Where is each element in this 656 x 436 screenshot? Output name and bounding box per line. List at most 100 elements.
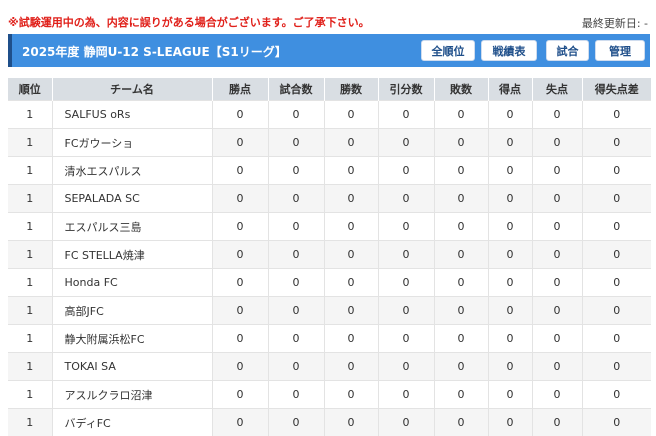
cell-points: 0 (212, 101, 268, 129)
cell-goal-diff: 0 (582, 353, 651, 381)
all-rankings-button[interactable]: 全順位 (421, 40, 475, 61)
cell-team[interactable]: アスルクラロ沼津 (52, 381, 212, 409)
cell-goals-against: 0 (532, 381, 582, 409)
cell-team[interactable]: エスパルス三島 (52, 213, 212, 241)
cell-rank: 1 (8, 381, 52, 409)
cell-draws: 0 (378, 241, 434, 269)
col-header-losses: 敗数 (434, 78, 488, 101)
cell-goals-against: 0 (532, 269, 582, 297)
cell-goals-against: 0 (532, 185, 582, 213)
standings-table: 順位 チーム名 勝点 試合数 勝数 引分数 敗数 得点 失点 得失点差 1SAL… (8, 78, 651, 436)
results-table-button[interactable]: 戦績表 (481, 40, 537, 61)
cell-played: 0 (268, 381, 324, 409)
cell-points: 0 (212, 381, 268, 409)
col-header-rank: 順位 (8, 78, 52, 101)
cell-team[interactable]: SALFUS oRs (52, 101, 212, 129)
cell-rank: 1 (8, 269, 52, 297)
cell-goals-against: 0 (532, 297, 582, 325)
cell-goal-diff: 0 (582, 325, 651, 353)
cell-losses: 0 (434, 101, 488, 129)
cell-played: 0 (268, 297, 324, 325)
cell-wins: 0 (324, 325, 378, 353)
table-row: 1エスパルス三島00000000 (8, 213, 651, 241)
col-header-team: チーム名 (52, 78, 212, 101)
cell-team[interactable]: 静大附属浜松FC (52, 325, 212, 353)
col-header-goals-for: 得点 (488, 78, 532, 101)
cell-team[interactable]: 高部JFC (52, 297, 212, 325)
cell-draws: 0 (378, 269, 434, 297)
cell-points: 0 (212, 297, 268, 325)
table-row: 1SALFUS oRs00000000 (8, 101, 651, 129)
cell-losses: 0 (434, 241, 488, 269)
cell-team[interactable]: Honda FC (52, 269, 212, 297)
cell-played: 0 (268, 213, 324, 241)
col-header-wins: 勝数 (324, 78, 378, 101)
col-header-played: 試合数 (268, 78, 324, 101)
table-row: 1Honda FC00000000 (8, 269, 651, 297)
matches-button[interactable]: 試合 (546, 40, 589, 61)
cell-played: 0 (268, 325, 324, 353)
cell-points: 0 (212, 325, 268, 353)
cell-goals-against: 0 (532, 213, 582, 241)
cell-played: 0 (268, 269, 324, 297)
cell-played: 0 (268, 353, 324, 381)
table-row: 1FCガウーショ00000000 (8, 129, 651, 157)
cell-goals-for: 0 (488, 325, 532, 353)
last-updated: 最終更新日: - (582, 15, 648, 31)
cell-draws: 0 (378, 213, 434, 241)
cell-goals-for: 0 (488, 129, 532, 157)
table-header-row: 順位 チーム名 勝点 試合数 勝数 引分数 敗数 得点 失点 得失点差 (8, 78, 651, 101)
cell-losses: 0 (434, 129, 488, 157)
cell-draws: 0 (378, 185, 434, 213)
cell-draws: 0 (378, 381, 434, 409)
league-title: 2025年度 静岡U-12 S-LEAGUE【S1リーグ】 (22, 43, 287, 60)
cell-losses: 0 (434, 185, 488, 213)
cell-team[interactable]: TOKAI SA (52, 353, 212, 381)
cell-points: 0 (212, 241, 268, 269)
cell-goal-diff: 0 (582, 157, 651, 185)
cell-rank: 1 (8, 213, 52, 241)
cell-points: 0 (212, 157, 268, 185)
cell-goals-for: 0 (488, 185, 532, 213)
admin-button[interactable]: 管理 (595, 40, 645, 61)
cell-goals-against: 0 (532, 325, 582, 353)
cell-losses: 0 (434, 213, 488, 241)
cell-goals-for: 0 (488, 381, 532, 409)
cell-goals-for: 0 (488, 157, 532, 185)
cell-team[interactable]: 清水エスパルス (52, 157, 212, 185)
cell-draws: 0 (378, 325, 434, 353)
cell-points: 0 (212, 269, 268, 297)
cell-wins: 0 (324, 241, 378, 269)
cell-goals-for: 0 (488, 241, 532, 269)
cell-goal-diff: 0 (582, 269, 651, 297)
cell-goal-diff: 0 (582, 129, 651, 157)
cell-goals-against: 0 (532, 157, 582, 185)
cell-goals-against: 0 (532, 101, 582, 129)
cell-rank: 1 (8, 129, 52, 157)
cell-played: 0 (268, 129, 324, 157)
cell-goals-for: 0 (488, 269, 532, 297)
cell-team[interactable]: FCガウーショ (52, 129, 212, 157)
cell-wins: 0 (324, 129, 378, 157)
cell-points: 0 (212, 353, 268, 381)
cell-team[interactable]: FC STELLA焼津 (52, 241, 212, 269)
table-row: 1アスルクラロ沼津00000000 (8, 381, 651, 409)
cell-goals-for: 0 (488, 353, 532, 381)
cell-draws: 0 (378, 297, 434, 325)
cell-rank: 1 (8, 185, 52, 213)
cell-draws: 0 (378, 129, 434, 157)
cell-played: 0 (268, 157, 324, 185)
cell-points: 0 (212, 213, 268, 241)
cell-team[interactable]: SEPALADA SC (52, 185, 212, 213)
table-row: 1SEPALADA SC00000000 (8, 185, 651, 213)
league-header-bar: 2025年度 静岡U-12 S-LEAGUE【S1リーグ】 全順位 戦績表 試合… (8, 34, 650, 67)
cell-losses: 0 (434, 157, 488, 185)
table-row: 1静大附属浜松FC00000000 (8, 325, 651, 353)
cell-wins: 0 (324, 353, 378, 381)
cell-rank: 1 (8, 325, 52, 353)
cell-draws: 0 (378, 101, 434, 129)
table-row: 1FC STELLA焼津00000000 (8, 241, 651, 269)
cell-played: 0 (268, 241, 324, 269)
cell-losses: 0 (434, 381, 488, 409)
cell-goal-diff: 0 (582, 241, 651, 269)
